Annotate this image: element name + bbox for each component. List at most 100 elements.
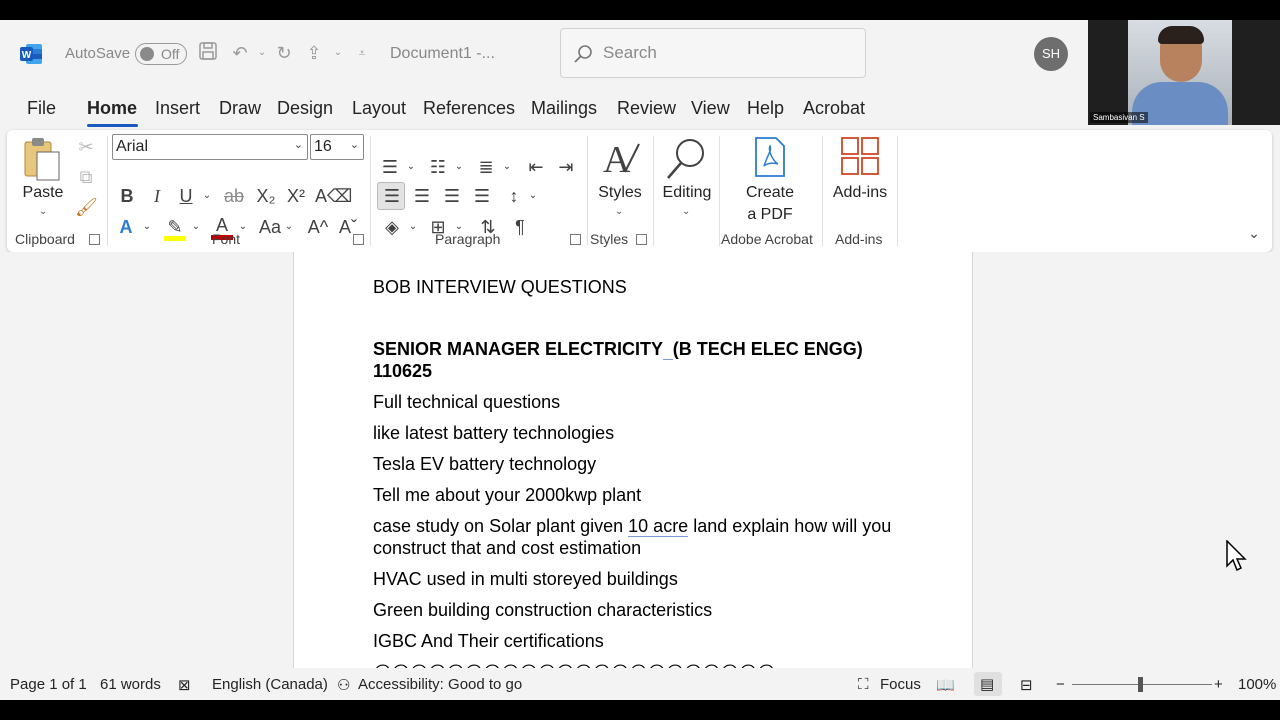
decrease-indent-icon[interactable]: ⇤ [525, 156, 547, 178]
tab-acrobat[interactable]: Acrobat [803, 98, 865, 119]
italic-button[interactable]: I [147, 185, 167, 207]
tab-insert[interactable]: Insert [155, 98, 200, 119]
multilevel-dropdown-icon[interactable]: ⌄ [501, 156, 513, 178]
editing-dropdown-icon: ⌄ [682, 206, 691, 217]
increase-indent-icon[interactable]: ⇥ [555, 156, 577, 178]
numbering-dropdown-icon[interactable]: ⌄ [453, 156, 465, 178]
shading-icon[interactable]: ◈ [381, 216, 403, 238]
accessibility-status[interactable]: Accessibility: Good to go [358, 676, 522, 693]
underline-dropdown-icon[interactable]: ⌄ [201, 185, 213, 207]
proofing-icon[interactable]: ⊠ [178, 676, 191, 694]
print-layout-button[interactable]: ▤ [974, 672, 1002, 696]
clipboard-launcher-icon[interactable] [89, 234, 100, 245]
doc-line: BOB INTERVIEW QUESTIONS [373, 277, 627, 297]
create-pdf-button[interactable]: Create a PDF [737, 134, 803, 226]
multilevel-list-icon[interactable]: ≣ [475, 156, 497, 178]
redo-icon[interactable]: ↻ [272, 41, 296, 65]
highlight-color-button[interactable]: ✎ [164, 216, 186, 241]
web-layout-icon[interactable]: ⊟ [1020, 676, 1033, 694]
document-title: Document1 -... [390, 45, 495, 62]
font-launcher-icon[interactable] [353, 234, 364, 245]
highlighter-icon: ✎ [167, 217, 183, 237]
tab-references[interactable]: References [423, 98, 515, 119]
zoom-slider-thumb[interactable] [1138, 677, 1143, 692]
text-effects-icon[interactable]: A [115, 216, 137, 238]
share-dropdown-icon[interactable]: ⌄ [326, 41, 350, 65]
tab-design[interactable]: Design [277, 98, 333, 119]
tab-draw[interactable]: Draw [219, 98, 261, 119]
search-box[interactable]: Search [560, 28, 866, 78]
share-icon[interactable]: ⇪ [302, 41, 326, 65]
align-right-icon[interactable]: ☰ [441, 185, 463, 207]
page-count[interactable]: Page 1 of 1 [10, 676, 87, 693]
bullets-icon[interactable]: ☰ [379, 156, 401, 178]
numbering-icon[interactable]: ☷ [427, 156, 449, 178]
doc-line: like latest battery technologies [373, 423, 615, 443]
separator [370, 136, 371, 246]
paste-button[interactable]: Paste ⌄ [15, 134, 71, 220]
focus-button[interactable]: Focus [880, 676, 921, 693]
editing-label: Editing [662, 184, 712, 201]
tab-mailings[interactable]: Mailings [531, 98, 597, 119]
read-mode-icon[interactable]: 📖 [936, 676, 955, 694]
customize-toolbar-icon[interactable]: ⩡ [350, 41, 374, 65]
create-pdf-label-line2: a PDF [747, 206, 793, 223]
search-icon [574, 45, 592, 63]
align-left-button[interactable]: ☰ [377, 182, 405, 210]
collapse-ribbon-icon[interactable]: ⌄ [1243, 222, 1265, 244]
paste-dropdown-icon: ⌄ [39, 206, 48, 217]
line-spacing-dropdown-icon[interactable]: ⌄ [527, 185, 539, 207]
cut-icon[interactable]: ✂ [75, 136, 97, 158]
tab-view[interactable]: View [691, 98, 730, 119]
styles-icon: A [603, 139, 640, 181]
format-painter-icon[interactable]: 🖌 [75, 196, 98, 218]
highlight-dropdown-icon[interactable]: ⌄ [190, 216, 202, 238]
paragraph-group-label: Paragraph [435, 231, 501, 247]
show-formatting-icon[interactable]: ¶ [509, 216, 531, 238]
subscript-button[interactable]: X₂ [255, 185, 277, 207]
zoom-out-icon[interactable]: − [1056, 676, 1065, 693]
zoom-level[interactable]: 100% [1238, 676, 1276, 693]
language-indicator[interactable]: English (Canada) [212, 676, 328, 693]
paragraph-launcher-icon[interactable] [570, 234, 581, 245]
change-case-dropdown-icon[interactable]: ⌄ [283, 216, 295, 238]
participant-hair [1158, 26, 1204, 44]
clear-formatting-icon[interactable]: A⌫ [315, 185, 352, 207]
tab-help[interactable]: Help [747, 98, 784, 119]
undo-icon[interactable]: ↶ [228, 41, 252, 65]
strikethrough-button[interactable]: ab [223, 185, 245, 207]
styles-label: Styles [598, 184, 642, 201]
tab-file[interactable]: File [27, 98, 56, 119]
underline-button[interactable]: U [176, 185, 196, 207]
justify-icon[interactable]: ☰ [471, 185, 493, 207]
font-name-select[interactable]: Arial ⌄ [112, 134, 308, 160]
word-count[interactable]: 61 words [100, 676, 161, 693]
superscript-button[interactable]: X² [285, 185, 307, 207]
tab-review[interactable]: Review [617, 98, 676, 119]
bold-button[interactable]: B [117, 185, 137, 207]
shading-dropdown-icon[interactable]: ⌄ [407, 216, 419, 238]
font-group-label: Font [212, 231, 241, 247]
line-spacing-icon[interactable]: ↕ [503, 185, 525, 207]
document-page[interactable]: BOB INTERVIEW QUESTIONS SENIOR MANAGER E… [293, 252, 973, 682]
styles-launcher-icon[interactable] [636, 234, 647, 245]
font-size-select[interactable]: 16 ⌄ [310, 134, 364, 160]
tab-layout[interactable]: Layout [352, 98, 406, 119]
align-center-icon[interactable]: ☰ [411, 185, 433, 207]
save-icon[interactable] [196, 41, 220, 65]
user-avatar[interactable]: SH [1034, 37, 1068, 71]
undo-dropdown-icon[interactable]: ⌄ [250, 41, 274, 65]
editing-button[interactable]: Editing ⌄ [657, 134, 717, 226]
bullets-dropdown-icon[interactable]: ⌄ [405, 156, 417, 178]
change-case-button[interactable]: Aa [257, 216, 283, 238]
doc-heading-part2: (B TECH ELEC ENGG) [672, 339, 863, 359]
styles-button[interactable]: A Styles ⌄ [595, 134, 645, 226]
addins-button[interactable]: Add-ins [827, 134, 893, 226]
grow-font-button[interactable]: A^ [307, 216, 329, 238]
tab-home[interactable]: Home [87, 98, 137, 119]
text-effects-dropdown-icon[interactable]: ⌄ [141, 216, 153, 238]
zoom-in-icon[interactable]: + [1214, 676, 1223, 693]
copy-icon[interactable]: ⧉ [75, 166, 97, 188]
autosave-toggle[interactable]: Off [135, 43, 187, 65]
addins-label: Add-ins [832, 184, 888, 201]
